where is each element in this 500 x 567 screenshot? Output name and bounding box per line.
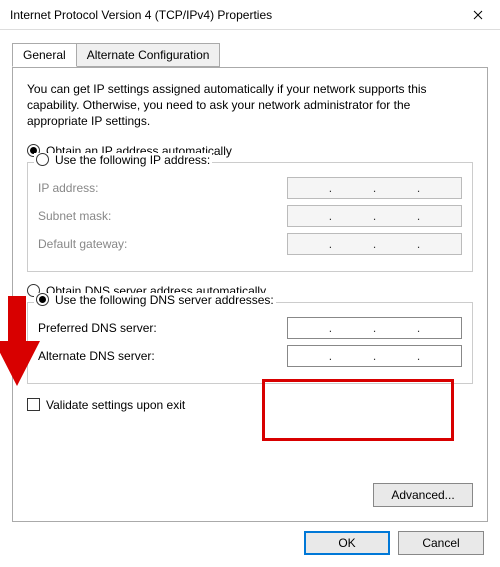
alternate-dns-input[interactable]: ...: [287, 345, 462, 367]
cancel-button[interactable]: Cancel: [398, 531, 484, 555]
default-gateway-input: ...: [287, 233, 462, 255]
subnet-mask-input: ...: [287, 205, 462, 227]
tab-strip: General Alternate Configuration: [12, 43, 488, 68]
radio-label: Use the following DNS server addresses:: [55, 293, 274, 307]
radio-use-following-ip[interactable]: Use the following IP address:: [34, 153, 212, 167]
dialog-content: General Alternate Configuration You can …: [0, 30, 500, 567]
subnet-mask-label: Subnet mask:: [38, 209, 287, 223]
ok-button[interactable]: OK: [304, 531, 390, 555]
close-button[interactable]: [455, 0, 500, 30]
close-icon: [473, 10, 483, 20]
ip-address-input: ...: [287, 177, 462, 199]
advanced-button[interactable]: Advanced...: [373, 483, 473, 507]
window-title: Internet Protocol Version 4 (TCP/IPv4) P…: [10, 8, 455, 22]
dns-manual-fieldset: Use the following DNS server addresses: …: [27, 302, 473, 384]
radio-use-following-dns[interactable]: Use the following DNS server addresses:: [34, 293, 276, 307]
preferred-dns-label: Preferred DNS server:: [38, 321, 287, 335]
radio-icon: [36, 293, 49, 306]
titlebar: Internet Protocol Version 4 (TCP/IPv4) P…: [0, 0, 500, 30]
tab-general[interactable]: General: [12, 43, 77, 67]
dialog-button-row: OK Cancel: [304, 531, 484, 555]
checkbox-label: Validate settings upon exit: [46, 398, 185, 412]
tab-panel-general: You can get IP settings assigned automat…: [12, 67, 488, 522]
radio-label: Use the following IP address:: [55, 153, 210, 167]
ip-manual-fieldset: Use the following IP address: IP address…: [27, 162, 473, 272]
tab-alternate-configuration[interactable]: Alternate Configuration: [77, 43, 221, 67]
preferred-dns-input[interactable]: ...: [287, 317, 462, 339]
default-gateway-label: Default gateway:: [38, 237, 287, 251]
alternate-dns-label: Alternate DNS server:: [38, 349, 287, 363]
ip-address-label: IP address:: [38, 181, 287, 195]
radio-icon: [36, 153, 49, 166]
validate-settings-checkbox[interactable]: Validate settings upon exit: [27, 398, 473, 412]
checkbox-icon: [27, 398, 40, 411]
description-text: You can get IP settings assigned automat…: [27, 81, 473, 130]
